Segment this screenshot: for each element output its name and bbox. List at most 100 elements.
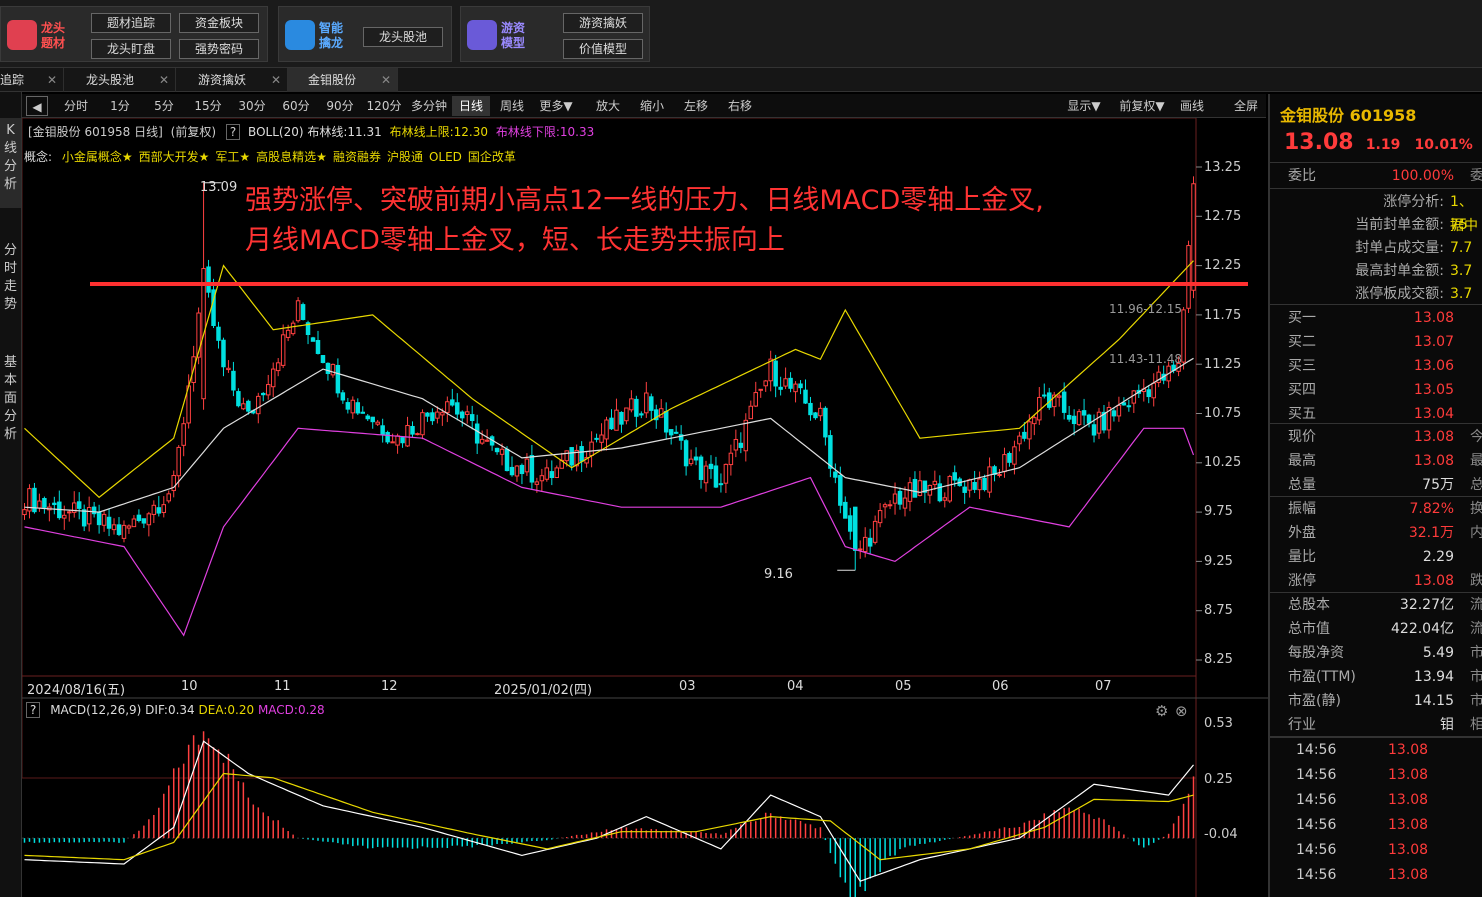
candle <box>201 182 206 410</box>
candle <box>693 447 699 466</box>
boll-mid-value: 布林线:11.31 <box>307 125 382 139</box>
period-2[interactable]: 5分 <box>142 96 186 116</box>
close-icon[interactable]: ✕ <box>159 68 169 92</box>
candle <box>788 372 793 393</box>
zjbk-button[interactable]: 资金板块 <box>179 13 259 33</box>
stat-label: 市盈(TTM) <box>1288 669 1356 685</box>
stat-value: 32.1万 <box>1408 525 1454 541</box>
bid-price: 13.08 <box>1413 310 1454 326</box>
bid-label: 买二 <box>1288 334 1316 350</box>
period-10[interactable]: 周线 <box>490 96 534 116</box>
period-8[interactable]: 多分钟 <box>406 96 452 116</box>
candle <box>902 486 908 517</box>
candle <box>290 320 296 336</box>
close-icon[interactable]: ⊗ <box>1175 702 1188 720</box>
candle <box>315 330 321 355</box>
period-6[interactable]: 90分 <box>318 96 362 116</box>
stat-label: 每股净资 <box>1288 645 1344 661</box>
period-7[interactable]: 120分 <box>362 96 406 116</box>
action-2[interactable]: 左移 <box>674 96 718 116</box>
gear-icon[interactable]: ⚙ <box>1155 702 1168 720</box>
tab-youziqinyao[interactable]: 游资擒妖 ✕ <box>176 68 288 92</box>
stat-extra: 总 <box>1470 477 1482 493</box>
help-icon[interactable]: ? <box>225 124 241 140</box>
candle <box>1151 373 1156 407</box>
candle <box>375 419 380 427</box>
period-3[interactable]: 15分 <box>186 96 230 116</box>
tcgz-button[interactable]: 题材追踪 <box>91 13 171 33</box>
range-label-1: 11.96-12.15 <box>1109 302 1183 316</box>
tab-zhuizong[interactable]: 追踪 ✕ <box>0 68 64 92</box>
candle <box>1096 407 1102 439</box>
close-icon[interactable]: ✕ <box>381 68 391 92</box>
macd-y-tick: -0.04 <box>1204 827 1238 842</box>
tick-row: 14:56 13.08 <box>1270 813 1482 837</box>
candle <box>241 397 246 411</box>
stat-label: 量比 <box>1288 549 1316 565</box>
macd-dea-line <box>24 772 1194 861</box>
vtab-kline[interactable]: K线分析 <box>0 118 21 208</box>
candle <box>947 474 952 504</box>
candle <box>738 432 744 454</box>
candle <box>708 455 714 479</box>
toolbar-right-2[interactable]: 画线 <box>1172 96 1212 116</box>
bid-label: 买四 <box>1288 382 1316 398</box>
boll-upper-line <box>24 260 1194 499</box>
candle <box>460 410 465 427</box>
bid-label: 买三 <box>1288 358 1316 374</box>
action-3[interactable]: 右移 <box>718 96 762 116</box>
candle <box>1156 365 1161 388</box>
tab-label: 游资擒妖 <box>198 73 247 87</box>
candle <box>1091 414 1097 443</box>
action-1[interactable]: 缩小 <box>630 96 674 116</box>
qsmm-button[interactable]: 强势密码 <box>179 39 259 59</box>
close-icon[interactable]: ✕ <box>271 68 281 92</box>
stat-label: 涨停 <box>1288 573 1316 589</box>
close-icon[interactable]: ✕ <box>47 68 57 92</box>
limit-label: 最高封单金额: <box>1355 263 1444 279</box>
tick-row: 14:56 13.08 <box>1270 788 1482 812</box>
candle <box>1161 365 1166 385</box>
candle <box>1131 390 1137 413</box>
period-1[interactable]: 1分 <box>98 96 142 116</box>
candle <box>81 504 87 532</box>
vtab-fenshi[interactable]: 分时走势 <box>0 242 21 322</box>
bid-price: 13.07 <box>1413 334 1454 350</box>
candle <box>131 515 137 528</box>
yzqy-button[interactable]: 游资擒妖 <box>563 13 643 33</box>
tick-price: 13.08 <box>1388 817 1429 833</box>
toolbar-right-0[interactable]: 显示▼ <box>1056 96 1112 116</box>
period-4[interactable]: 30分 <box>230 96 274 116</box>
ltdp-button[interactable]: 龙头盯盘 <box>91 39 171 59</box>
period-0[interactable]: 分时 <box>54 96 98 116</box>
stat-row: 每股净资 5.49 市 <box>1270 641 1482 665</box>
back-arrow-icon[interactable]: ◀ <box>26 96 48 116</box>
stat-value: 5.49 <box>1422 645 1454 661</box>
candle <box>370 416 375 429</box>
candle <box>390 433 395 444</box>
toolbar-right-3[interactable]: 全屏 <box>1226 96 1266 116</box>
macd-y-tick: 0.53 <box>1204 716 1233 731</box>
ltgc-button[interactable]: 龙头股池 <box>363 27 443 47</box>
help-icon[interactable]: ? <box>26 702 41 718</box>
candle <box>818 402 823 422</box>
stat-value: 7.82% <box>1409 501 1454 517</box>
candle <box>644 381 649 418</box>
tab-longtougupool[interactable]: 龙头股池 ✕ <box>64 68 176 92</box>
tab-jinmu[interactable]: 金钼股份 ✕ <box>288 68 398 92</box>
y-tick-label: 11.25 <box>1204 356 1242 372</box>
period-5[interactable]: 60分 <box>274 96 318 116</box>
candle <box>793 381 798 403</box>
vtab-jibenmian[interactable]: 基本面分析 <box>0 354 21 454</box>
toolbar-right-1[interactable]: 前复权▼ <box>1112 96 1172 116</box>
candle <box>71 491 77 518</box>
candle <box>335 358 341 398</box>
period-9[interactable]: 日线 <box>452 96 490 116</box>
action-0[interactable]: 放大 <box>586 96 630 116</box>
period-11[interactable]: 更多▼ <box>534 96 578 116</box>
candle <box>231 361 236 397</box>
candle <box>589 431 594 468</box>
stat-extra: 今 <box>1470 429 1482 445</box>
tick-price: 13.08 <box>1388 767 1429 783</box>
jzmx-button[interactable]: 价值模型 <box>563 39 643 59</box>
